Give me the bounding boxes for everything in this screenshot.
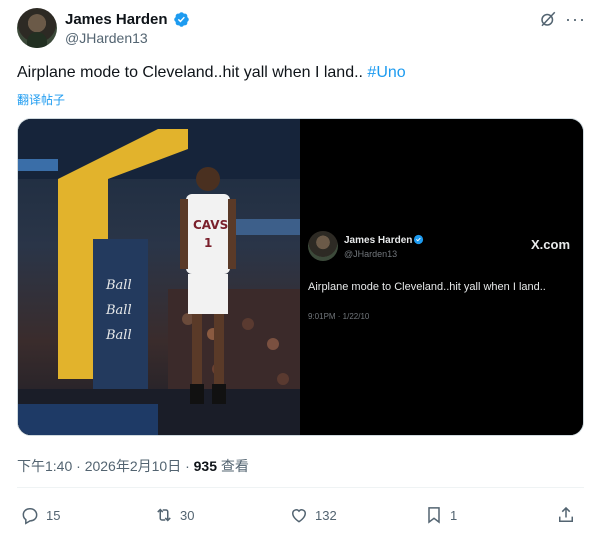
views-label: 查看 <box>217 458 249 474</box>
like-count: 132 <box>315 507 337 523</box>
share-icon <box>559 506 573 522</box>
verified-badge-icon <box>174 12 189 27</box>
svg-text:1: 1 <box>204 236 212 250</box>
reply-count: 15 <box>46 507 61 523</box>
tweet-screenshot-card[interactable]: James Harden @JHarden13 X.com Airplane m… <box>302 119 583 435</box>
bookmark-icon <box>428 507 440 524</box>
svg-text:Ball: Ball <box>105 303 132 318</box>
share-button[interactable] <box>556 505 576 525</box>
svg-text:Ball: Ball <box>105 278 132 293</box>
tweet-timestamp[interactable]: 下午1:40 · 2026年2月10日 · <box>17 458 194 474</box>
x-com-logo: X.com <box>531 237 571 252</box>
inner-avatar <box>308 231 338 261</box>
reply-button[interactable]: 15 <box>20 505 60 525</box>
repost-button[interactable]: 30 <box>154 505 194 525</box>
translate-post-link[interactable]: 翻译帖子 <box>17 91 65 108</box>
bookmark-button[interactable]: 1 <box>424 505 457 525</box>
inner-tweet-text: Airplane mode to Cleveland..hit yall whe… <box>308 281 546 293</box>
action-bar: 15 30 132 1 <box>20 505 580 527</box>
bookmark-count: 1 <box>450 507 458 523</box>
reply-icon <box>22 508 38 525</box>
inner-author-name: James Harden <box>344 235 413 246</box>
avatar[interactable] <box>17 8 57 48</box>
svg-text:Ball: Ball <box>105 328 132 343</box>
repost-count: 30 <box>180 507 195 523</box>
heart-icon <box>291 509 307 523</box>
inner-tweet-time: 9:01PM · 1/22/10 <box>308 312 370 321</box>
views-count: 935 <box>193 458 217 474</box>
basketball-photo[interactable]: Ball Ball Ball CAVS 1 <box>18 119 300 435</box>
media-grid: Ball Ball Ball CAVS 1 James Harden @JHar… <box>17 118 584 436</box>
inner-author-handle: @JHarden13 <box>344 249 398 259</box>
author-handle[interactable]: @JHarden13 <box>65 30 148 46</box>
tweet-meta: 下午1:40 · 2026年2月10日 · 935 查看 <box>17 456 249 476</box>
hashtag-link[interactable]: #Uno <box>367 64 405 81</box>
svg-text:CAVS: CAVS <box>193 218 228 232</box>
grok-icon[interactable] <box>539 10 557 28</box>
like-button[interactable]: 132 <box>289 505 337 525</box>
author-name[interactable]: James Harden <box>65 11 168 28</box>
divider <box>17 487 584 488</box>
basketball-scene-illustration: Ball Ball Ball CAVS 1 <box>18 119 300 435</box>
repost-icon <box>157 508 171 522</box>
inner-verified-badge-icon <box>413 234 424 245</box>
tweet-text: Airplane mode to Cleveland..hit yall whe… <box>17 64 406 82</box>
tweet-header: James Harden @JHarden13 ··· <box>17 8 586 48</box>
more-options-icon[interactable]: ··· <box>565 9 586 30</box>
tweet-body: Airplane mode to Cleveland..hit yall whe… <box>17 64 368 81</box>
